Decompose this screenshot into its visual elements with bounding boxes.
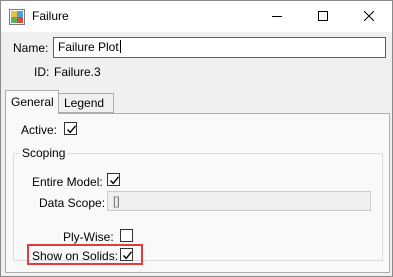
ply-wise-checkbox[interactable] xyxy=(120,229,133,242)
entire-model-checkbox[interactable] xyxy=(107,173,120,186)
title-bar[interactable]: Failure xyxy=(1,1,392,32)
close-icon xyxy=(363,10,375,24)
tab-legend[interactable]: Legend xyxy=(58,93,114,113)
text-caret xyxy=(119,40,121,53)
maximize-icon xyxy=(318,10,328,24)
data-scope-field[interactable]: [] xyxy=(107,191,371,211)
minimize-button[interactable] xyxy=(254,1,300,32)
name-input[interactable]: Failure Plot xyxy=(53,37,386,58)
tab-general-label: General xyxy=(11,95,54,109)
show-on-solids-label: Show on Solids: xyxy=(32,249,119,263)
id-label: ID: xyxy=(34,65,50,79)
checkmark-icon xyxy=(109,176,120,185)
tab-general[interactable]: General xyxy=(5,90,59,114)
entire-model-label: Entire Model: xyxy=(32,175,103,189)
scoping-group-label: Scoping xyxy=(20,146,68,160)
data-scope-value: [] xyxy=(113,194,120,208)
maximize-button[interactable] xyxy=(300,1,346,32)
data-scope-label: Data Scope: xyxy=(39,196,106,210)
tab-legend-label: Legend xyxy=(64,96,105,110)
close-button[interactable] xyxy=(346,1,392,32)
failure-dialog: Failure Name: Failure Plot ID: Failure.3… xyxy=(0,0,393,277)
minimize-icon xyxy=(272,10,282,24)
name-label: Name: xyxy=(13,41,49,55)
window-title: Failure xyxy=(32,9,69,23)
active-label: Active: xyxy=(21,123,58,137)
app-icon xyxy=(9,9,25,25)
ply-wise-label: Ply-Wise: xyxy=(63,230,114,244)
name-input-value: Failure Plot xyxy=(58,40,119,54)
show-on-solids-checkbox[interactable] xyxy=(120,248,133,261)
active-checkbox[interactable] xyxy=(64,122,77,135)
id-value: Failure.3 xyxy=(54,65,101,79)
checkmark-icon xyxy=(66,125,77,134)
checkmark-icon xyxy=(122,251,133,260)
